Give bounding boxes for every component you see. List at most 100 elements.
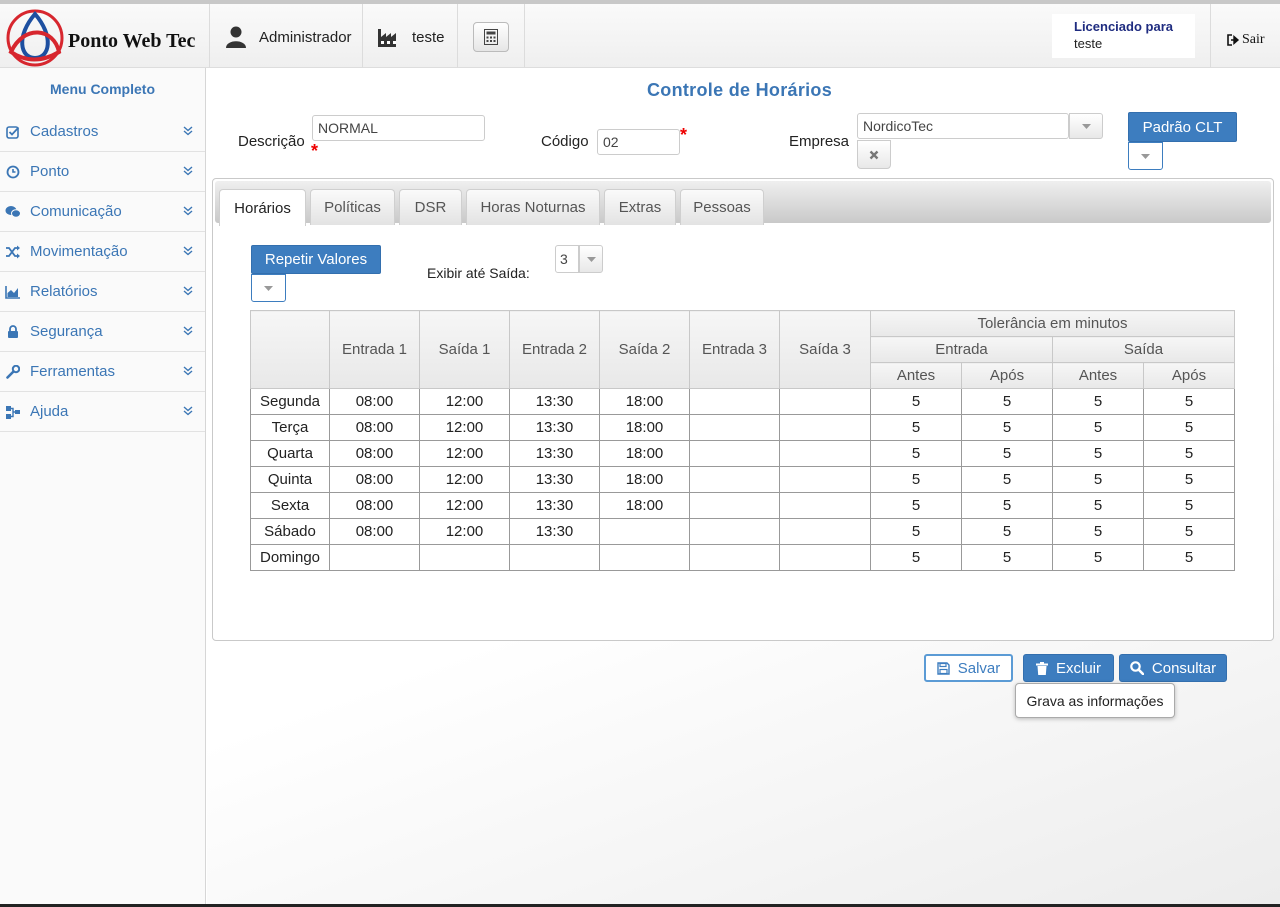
tab-dsr[interactable]: DSR bbox=[399, 189, 462, 225]
tab-horas-noturnas[interactable]: Horas Noturnas bbox=[466, 189, 600, 225]
tolerance-cell[interactable]: 5 bbox=[870, 466, 962, 493]
sidebar-item-ponto[interactable]: Ponto bbox=[0, 152, 205, 192]
tolerance-cell[interactable]: 5 bbox=[1052, 544, 1144, 571]
logo[interactable]: Ponto Web Tec bbox=[0, 6, 210, 68]
tolerance-cell[interactable]: 5 bbox=[1052, 440, 1144, 467]
tolerance-cell[interactable]: 5 bbox=[1143, 414, 1235, 441]
sidebar-item-ferramentas[interactable]: Ferramentas bbox=[0, 352, 205, 392]
tolerance-cell[interactable]: 5 bbox=[1143, 518, 1235, 545]
repeat-values-button[interactable]: Repetir Valores bbox=[251, 245, 381, 274]
sidebar-item-ajuda[interactable]: Ajuda bbox=[0, 392, 205, 432]
delete-button[interactable]: Excluir bbox=[1023, 654, 1114, 682]
tolerance-cell[interactable]: 5 bbox=[961, 518, 1053, 545]
time-cell[interactable] bbox=[419, 544, 510, 571]
time-cell[interactable]: 12:00 bbox=[419, 440, 510, 467]
time-cell[interactable] bbox=[779, 440, 871, 467]
time-cell[interactable]: 18:00 bbox=[599, 414, 690, 441]
time-cell[interactable]: 12:00 bbox=[419, 414, 510, 441]
time-cell[interactable] bbox=[599, 518, 690, 545]
tolerance-cell[interactable]: 5 bbox=[961, 466, 1053, 493]
exibir-ate-saida-select[interactable]: 3 bbox=[555, 245, 579, 273]
time-cell[interactable]: 08:00 bbox=[329, 414, 420, 441]
logout-button[interactable]: Sair bbox=[1227, 32, 1265, 48]
sidebar-item-seguranca[interactable]: Segurança bbox=[0, 312, 205, 352]
sidebar-item-relatorios[interactable]: Relatórios bbox=[0, 272, 205, 312]
tolerance-cell[interactable]: 5 bbox=[1052, 414, 1144, 441]
tolerance-cell[interactable]: 5 bbox=[1143, 466, 1235, 493]
tolerance-cell[interactable]: 5 bbox=[870, 544, 962, 571]
tolerance-cell[interactable]: 5 bbox=[1052, 466, 1144, 493]
tolerance-cell[interactable]: 5 bbox=[870, 518, 962, 545]
empresa-select[interactable] bbox=[857, 113, 1069, 139]
tolerance-cell[interactable]: 5 bbox=[961, 414, 1053, 441]
time-cell[interactable] bbox=[689, 440, 780, 467]
empresa-dropdown-button[interactable] bbox=[1069, 113, 1103, 139]
tolerance-cell[interactable]: 5 bbox=[1143, 388, 1235, 415]
time-cell[interactable]: 08:00 bbox=[329, 466, 420, 493]
time-cell[interactable] bbox=[779, 466, 871, 493]
tab-politicas[interactable]: Políticas bbox=[310, 189, 395, 225]
sidebar-item-comunicacao[interactable]: Comunicação bbox=[0, 192, 205, 232]
time-cell[interactable]: 12:00 bbox=[419, 492, 510, 519]
repeat-values-dropdown[interactable] bbox=[251, 274, 286, 302]
tolerance-cell[interactable]: 5 bbox=[961, 544, 1053, 571]
time-cell[interactable] bbox=[779, 388, 871, 415]
calculator-button[interactable] bbox=[473, 22, 509, 52]
time-cell[interactable]: 18:00 bbox=[599, 388, 690, 415]
save-button[interactable]: Salvar bbox=[924, 654, 1013, 682]
menu-title[interactable]: Menu Completo bbox=[0, 81, 205, 97]
descricao-input[interactable] bbox=[312, 115, 485, 141]
tolerance-cell[interactable]: 5 bbox=[1143, 440, 1235, 467]
time-cell[interactable]: 18:00 bbox=[599, 492, 690, 519]
tolerance-cell[interactable]: 5 bbox=[1052, 518, 1144, 545]
time-cell[interactable]: 13:30 bbox=[509, 492, 600, 519]
tolerance-cell[interactable]: 5 bbox=[1052, 388, 1144, 415]
sidebar-item-cadastros[interactable]: Cadastros bbox=[0, 112, 205, 152]
tolerance-cell[interactable]: 5 bbox=[1143, 544, 1235, 571]
time-cell[interactable]: 13:30 bbox=[509, 414, 600, 441]
codigo-input[interactable] bbox=[597, 129, 680, 155]
time-cell[interactable]: 13:30 bbox=[509, 440, 600, 467]
time-cell[interactable]: 13:30 bbox=[509, 518, 600, 545]
time-cell[interactable]: 08:00 bbox=[329, 440, 420, 467]
time-cell[interactable] bbox=[689, 518, 780, 545]
exibir-ate-saida-dropdown[interactable] bbox=[579, 245, 603, 273]
company-menu[interactable]: teste bbox=[378, 22, 445, 52]
padrao-clt-dropdown[interactable] bbox=[1128, 142, 1163, 170]
time-cell[interactable] bbox=[689, 466, 780, 493]
time-cell[interactable] bbox=[779, 518, 871, 545]
time-cell[interactable] bbox=[779, 492, 871, 519]
tab-horarios[interactable]: Horários bbox=[219, 189, 306, 226]
time-cell[interactable]: 08:00 bbox=[329, 492, 420, 519]
time-cell[interactable] bbox=[689, 414, 780, 441]
user-menu[interactable]: Administrador bbox=[225, 22, 352, 52]
tolerance-cell[interactable]: 5 bbox=[870, 388, 962, 415]
time-cell[interactable] bbox=[779, 544, 871, 571]
time-cell[interactable]: 18:00 bbox=[599, 440, 690, 467]
time-cell[interactable] bbox=[329, 544, 420, 571]
time-cell[interactable]: 08:00 bbox=[329, 388, 420, 415]
tolerance-cell[interactable]: 5 bbox=[961, 388, 1053, 415]
clear-empresa-button[interactable] bbox=[857, 140, 891, 169]
time-cell[interactable]: 12:00 bbox=[419, 518, 510, 545]
tolerance-cell[interactable]: 5 bbox=[961, 492, 1053, 519]
time-cell[interactable]: 13:30 bbox=[509, 466, 600, 493]
time-cell[interactable]: 12:00 bbox=[419, 388, 510, 415]
time-cell[interactable]: 13:30 bbox=[509, 388, 600, 415]
time-cell[interactable] bbox=[779, 414, 871, 441]
tolerance-cell[interactable]: 5 bbox=[870, 440, 962, 467]
tolerance-cell[interactable]: 5 bbox=[961, 440, 1053, 467]
time-cell[interactable]: 12:00 bbox=[419, 466, 510, 493]
padrao-clt-button[interactable]: Padrão CLT bbox=[1128, 112, 1237, 142]
time-cell[interactable] bbox=[689, 388, 780, 415]
time-cell[interactable] bbox=[509, 544, 600, 571]
tab-pessoas[interactable]: Pessoas bbox=[680, 189, 764, 225]
tolerance-cell[interactable]: 5 bbox=[1143, 492, 1235, 519]
tolerance-cell[interactable]: 5 bbox=[870, 492, 962, 519]
sidebar-item-movimentacao[interactable]: Movimentação bbox=[0, 232, 205, 272]
time-cell[interactable]: 18:00 bbox=[599, 466, 690, 493]
time-cell[interactable]: 08:00 bbox=[329, 518, 420, 545]
time-cell[interactable] bbox=[599, 544, 690, 571]
tolerance-cell[interactable]: 5 bbox=[1052, 492, 1144, 519]
time-cell[interactable] bbox=[689, 492, 780, 519]
